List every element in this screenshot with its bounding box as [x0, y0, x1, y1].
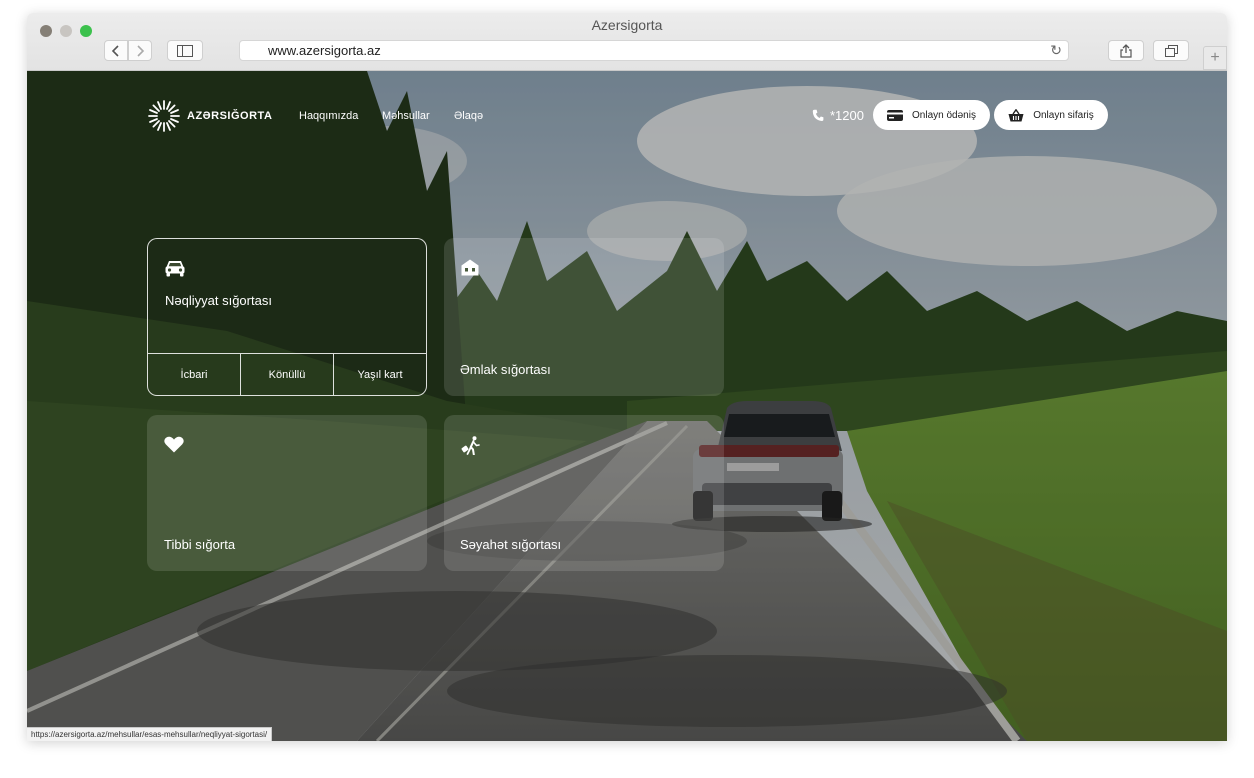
hero-background-image [27, 71, 1227, 741]
site-header: AZƏRSIĞORTA Haqqımızda Məhsullar Əlaqə *… [27, 71, 1227, 151]
forward-button[interactable] [128, 40, 152, 61]
show-tabs-button[interactable] [1153, 40, 1189, 61]
sidebar-icon [177, 44, 193, 57]
share-icon [1120, 43, 1132, 58]
option-green-card[interactable]: Yaşıl kart [333, 354, 426, 395]
basket-icon [1008, 108, 1024, 121]
reload-icon[interactable]: ↻ [1050, 42, 1062, 59]
online-order-label: Onlayn sifariş [1033, 109, 1094, 121]
option-compulsory[interactable]: İcbari [148, 354, 240, 395]
card-title: Səyahət sığortası [460, 537, 562, 552]
webpage: AZƏRSIĞORTA Haqqımızda Məhsullar Əlaqə *… [27, 71, 1227, 741]
card-transport-insurance[interactable]: Nəqliyyat sığortası İcbari Könüllü Yaşıl… [147, 238, 427, 396]
card-travel-insurance[interactable]: Səyahət sığortası [444, 415, 724, 571]
online-payment-button[interactable]: Onlayn ödəniş [873, 100, 990, 130]
card-title: Əmlak sığortası [460, 362, 551, 377]
card-icon [887, 109, 904, 121]
browser-window: Azersigorta www.azersigorta.az ↻ + AZƏRS… [27, 13, 1227, 741]
phone-link[interactable]: *1200 [812, 108, 864, 123]
card-property-insurance[interactable]: Əmlak sığortası [444, 238, 724, 396]
back-button[interactable] [104, 40, 128, 61]
chevron-right-icon [137, 44, 145, 57]
sun-logo-icon [148, 100, 180, 132]
address-bar[interactable]: www.azersigorta.az ↻ [239, 40, 1069, 61]
new-tab-button[interactable]: + [1203, 46, 1227, 70]
card-title: Nəqliyyat sığortası [165, 293, 272, 308]
card-title: Tibbi sığorta [164, 537, 236, 552]
phone-icon [812, 109, 824, 121]
share-button[interactable] [1108, 40, 1144, 61]
option-voluntary[interactable]: Könüllü [240, 354, 333, 395]
status-bar-link: https://azersigorta.az/mehsullar/esas-me… [27, 727, 273, 741]
tabs-icon [1164, 44, 1178, 57]
nav-link-contact[interactable]: Əlaqə [454, 110, 483, 122]
nav-link-products[interactable]: Məhsullar [382, 110, 430, 122]
online-payment-label: Onlayn ödəniş [912, 109, 976, 121]
nav-link-about[interactable]: Haqqımızda [299, 110, 358, 122]
house-icon [461, 259, 479, 276]
card-medical-insurance[interactable]: Tibbi sığorta [147, 415, 427, 571]
traveler-icon [461, 436, 480, 455]
site-logo[interactable]: AZƏRSIĞORTA [147, 99, 272, 133]
browser-toolbar: Azersigorta www.azersigorta.az ↻ + [27, 13, 1227, 71]
sidebar-toggle-button[interactable] [167, 40, 203, 61]
heart-icon [164, 436, 184, 453]
transport-options-row: İcbari Könüllü Yaşıl kart [148, 353, 426, 395]
phone-number: *1200 [830, 108, 864, 123]
url-text: www.azersigorta.az [268, 43, 381, 58]
logo-text: AZƏRSIĞORTA [187, 110, 273, 122]
online-order-button[interactable]: Onlayn sifariş [994, 100, 1108, 130]
chevron-left-icon [111, 44, 119, 57]
car-icon [165, 261, 185, 277]
window-title: Azersigorta [591, 17, 663, 33]
